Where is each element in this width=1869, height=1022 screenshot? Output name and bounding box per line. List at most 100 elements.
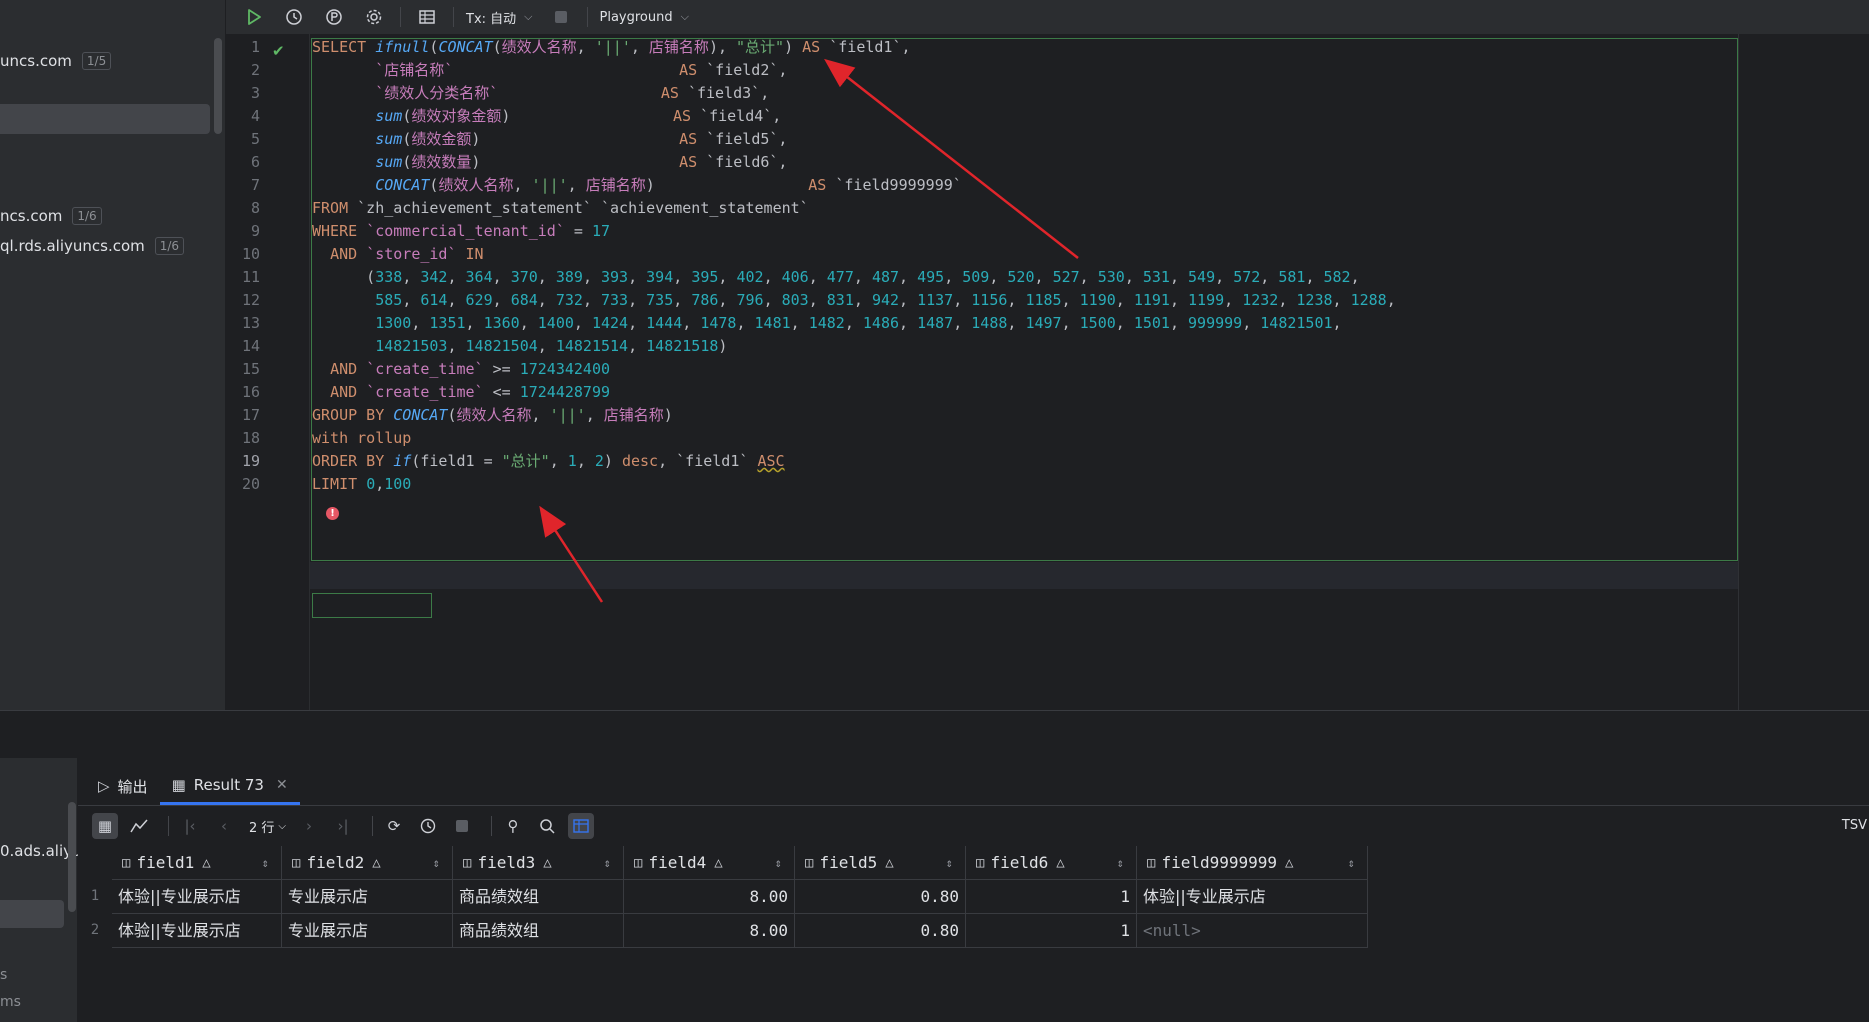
s-glyph-label: s: [0, 967, 8, 983]
sort-icon[interactable]: ⇕: [1117, 856, 1124, 870]
line-number: 6: [250, 153, 260, 171]
line-number: 10: [241, 245, 260, 263]
filter-icon[interactable]: △: [372, 855, 380, 871]
row-count-label[interactable]: 2 行: [249, 817, 274, 836]
table-cell[interactable]: 体验||专业展示店: [112, 914, 282, 948]
line-number: 13: [241, 314, 260, 332]
filter-icon[interactable]: △: [202, 855, 210, 871]
filter-icon[interactable]: △: [714, 855, 722, 871]
column-header-field5[interactable]: ◫ field5 △ ⇕: [795, 846, 966, 880]
column-icon: ◫: [463, 854, 472, 871]
table-cell[interactable]: 0.80: [795, 914, 966, 948]
null-cell[interactable]: <null>: [1137, 914, 1368, 948]
table-cell[interactable]: 商品绩效组: [453, 914, 624, 948]
table-cell[interactable]: 专业展示店: [282, 914, 453, 948]
table-cell[interactable]: 体验||专业展示店: [1137, 880, 1368, 914]
close-icon[interactable]: ✕: [276, 777, 288, 793]
last-page-icon[interactable]: ›|: [330, 813, 356, 839]
column-header-field4[interactable]: ◫ field4 △ ⇕: [624, 846, 795, 880]
filter-icon[interactable]: △: [1285, 855, 1293, 871]
column-name: field5: [819, 853, 878, 872]
column-name: field2: [306, 853, 365, 872]
datasource-item-1[interactable]: uncs.com 1/5: [0, 48, 112, 74]
column-header-field2[interactable]: ◫ field2 △ ⇕: [282, 846, 453, 880]
first-page-icon[interactable]: |‹: [177, 813, 203, 839]
panel-splitter[interactable]: [0, 710, 1869, 758]
run-icon[interactable]: [240, 3, 268, 31]
sql-code[interactable]: SELECT ifnull(CONCAT(绩效人名称, '||', 店铺名称),…: [312, 34, 1396, 493]
sort-icon[interactable]: ⇕: [262, 856, 269, 870]
search-icon[interactable]: [534, 813, 560, 839]
line-number: 16: [241, 383, 260, 401]
row-number[interactable]: 2: [78, 922, 112, 938]
tab-label: 输出: [117, 777, 148, 796]
refresh-icon[interactable]: ⟳: [381, 813, 407, 839]
sort-icon[interactable]: ⇕: [775, 856, 782, 870]
error-icon[interactable]: !: [326, 507, 339, 520]
datasource-label: ql.rds.aliyuncs.com: [0, 237, 145, 255]
duration-label: ms: [0, 994, 21, 1010]
settings-icon[interactable]: [360, 3, 388, 31]
filter-icon[interactable]: △: [543, 855, 551, 871]
explain-plan-icon[interactable]: [320, 3, 348, 31]
column-header-field1[interactable]: ◫ field1 △ ⇕: [112, 846, 282, 880]
column-header-field3[interactable]: ◫ field3 △ ⇕: [453, 846, 624, 880]
table-cell[interactable]: 1: [966, 914, 1137, 948]
table-cell[interactable]: 商品绩效组: [453, 880, 624, 914]
tab-output[interactable]: ▷ 输出: [86, 767, 160, 805]
line-number: 19: [241, 452, 260, 470]
toolbar-separator: [491, 816, 492, 836]
toolbar-separator: [586, 7, 588, 27]
column-name: field1: [136, 853, 195, 872]
session-dropdown[interactable]: Playground ⌵: [600, 10, 689, 25]
filter-icon[interactable]: △: [1056, 855, 1064, 871]
sidebar-scrollbar[interactable]: [214, 38, 222, 134]
sort-icon[interactable]: ⇕: [604, 856, 611, 870]
sort-icon[interactable]: ⇕: [946, 856, 953, 870]
table-view-icon[interactable]: [413, 3, 441, 31]
line-number: 12: [241, 291, 260, 309]
column-name: field3: [477, 853, 536, 872]
table-cell[interactable]: 8.00: [624, 914, 795, 948]
table-mode-icon[interactable]: ▦: [92, 813, 118, 839]
tab-result[interactable]: ▦ Result 73 ✕: [159, 767, 300, 805]
sort-icon[interactable]: ⇕: [1348, 856, 1355, 870]
transaction-mode-dropdown[interactable]: Tx: 自动 ⌵: [466, 8, 533, 27]
filter-icon[interactable]: △: [885, 855, 893, 871]
table-cell[interactable]: 0.80: [795, 880, 966, 914]
next-page-icon[interactable]: ›: [296, 813, 322, 839]
stop-icon[interactable]: [547, 3, 575, 31]
filter-view-icon[interactable]: [568, 813, 594, 839]
chart-mode-icon[interactable]: [126, 813, 152, 839]
services-scrollbar[interactable]: [68, 802, 76, 912]
table-cell[interactable]: 专业展示店: [282, 880, 453, 914]
tab-label: Result 73: [193, 775, 264, 794]
datasource-item-3[interactable]: ql.rds.aliyuncs.com 1/6: [0, 233, 185, 259]
column-icon: ◫: [634, 854, 643, 871]
column-header-field6[interactable]: ◫ field6 △ ⇕: [966, 846, 1137, 880]
column-header-field9999999[interactable]: ◫ field9999999 △ ⇕: [1137, 846, 1368, 880]
table-cell[interactable]: 8.00: [624, 880, 795, 914]
chevron-down-icon: ⌵: [680, 10, 689, 23]
table-cell[interactable]: 1: [966, 880, 1137, 914]
code-line: LIMIT 0,100: [312, 475, 412, 493]
pin-icon[interactable]: ⚲: [500, 813, 526, 839]
table-cell[interactable]: 体验||专业展示店: [112, 880, 282, 914]
history-icon[interactable]: [415, 813, 441, 839]
line-gutter: ✔ 1 2 3 4 5 6 7 8 9 10 11 12 13 14 15 16 17 18 19 20: [226, 34, 310, 710]
stop-icon[interactable]: [449, 813, 475, 839]
selected-datasource-row[interactable]: [0, 104, 210, 134]
line-number: 4: [250, 107, 260, 125]
datasource-item-2[interactable]: ncs.com 1/6: [0, 203, 102, 229]
column-name: field9999999: [1161, 853, 1278, 872]
line-number: 9: [250, 222, 260, 240]
sql-editor[interactable]: ✔ 1 2 3 4 5 6 7 8 9 10 11 12 13 14 15 16 17 18 19 20 ! SELE…: [226, 34, 1869, 710]
line-number: 17: [241, 406, 260, 424]
selected-service-row[interactable]: [0, 900, 64, 928]
previous-page-icon[interactable]: ‹: [211, 813, 237, 839]
export-format-label[interactable]: TSV: [1842, 818, 1867, 833]
checkmark-icon: ✔: [272, 42, 285, 60]
row-number[interactable]: 1: [78, 888, 112, 904]
sort-icon[interactable]: ⇕: [433, 856, 440, 870]
history-icon[interactable]: [280, 3, 308, 31]
